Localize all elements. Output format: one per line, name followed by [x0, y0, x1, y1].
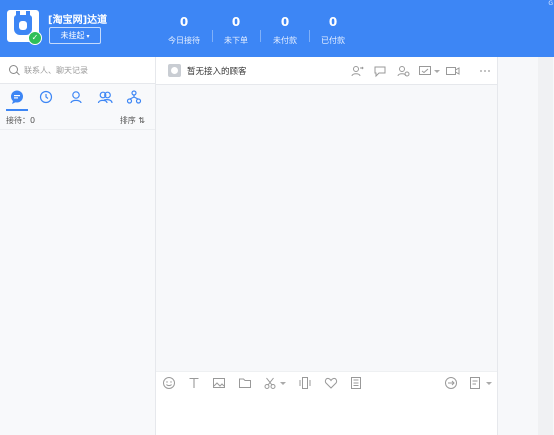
sort-button[interactable]: 排序 ⇅	[120, 115, 145, 126]
shake-icon[interactable]	[298, 376, 312, 390]
group-icon	[97, 91, 113, 104]
sidebar-tabs	[0, 84, 155, 111]
shop-avatar[interactable]: ✓	[7, 10, 42, 45]
stat-not-ordered[interactable]: 0 未下单	[212, 14, 260, 46]
video-icon[interactable]	[445, 64, 460, 78]
scrollbar[interactable]	[538, 57, 553, 435]
contact-sidebar: 接待：0 排序 ⇅	[0, 57, 156, 435]
chevron-down-icon: ▾	[86, 33, 90, 40]
doc-icon[interactable]	[468, 376, 482, 390]
stat-value: 0	[328, 15, 338, 29]
screen-icon[interactable]	[418, 64, 432, 78]
tab-contacts[interactable]	[68, 89, 84, 105]
shop-name: [淘宝网]达道	[48, 15, 108, 26]
settings-person-icon[interactable]	[396, 64, 410, 78]
customer-avatar-icon	[168, 64, 181, 77]
tab-organization[interactable]	[126, 89, 142, 105]
stat-label: 未付款	[273, 36, 297, 45]
organization-icon	[126, 90, 142, 104]
status-label: 未挂起	[60, 31, 85, 40]
stat-label: 今日接待	[168, 36, 200, 45]
tab-recent-chats[interactable]	[6, 89, 28, 111]
tab-groups[interactable]	[97, 89, 113, 105]
stat-paid[interactable]: 0 已付款	[309, 14, 357, 46]
heart-icon[interactable]	[324, 376, 338, 390]
stat-value: 0	[231, 15, 241, 29]
chevron-down-icon[interactable]	[279, 376, 287, 390]
tab-history[interactable]	[38, 89, 54, 105]
corner-tag: G	[548, 0, 553, 7]
calculator-icon[interactable]	[349, 376, 363, 390]
message-input[interactable]	[156, 394, 497, 435]
top-header: ✓ [淘宝网]达道 未挂起 ▾ 0 今日接待 0 未下单 0 未付款 0 已付款 …	[0, 0, 554, 57]
chat-header: 暂无接入的顾客	[156, 57, 497, 85]
quick-reply-icon[interactable]	[373, 64, 387, 78]
stat-value: 0	[280, 15, 290, 29]
chevron-down-icon[interactable]	[485, 376, 493, 390]
reception-header: 接待：0 排序 ⇅	[0, 115, 155, 130]
more-icon[interactable]	[478, 64, 492, 78]
search-bar	[0, 57, 155, 84]
customer-label: 暂无接入的顾客	[187, 67, 247, 77]
input-toolbar	[156, 371, 497, 394]
stat-label: 未下单	[224, 36, 248, 45]
chevron-down-icon[interactable]	[433, 64, 441, 78]
scissors-icon[interactable]	[263, 376, 277, 390]
search-icon	[9, 65, 18, 74]
clock-icon	[39, 90, 53, 104]
chat-panel: 暂无接入的顾客	[156, 57, 497, 435]
history-icon[interactable]	[444, 376, 458, 390]
emoji-icon[interactable]	[162, 376, 176, 390]
person-icon	[70, 91, 82, 104]
search-input[interactable]	[24, 63, 144, 77]
stat-label: 已付款	[321, 36, 345, 45]
folder-icon[interactable]	[238, 376, 252, 390]
transfer-icon[interactable]	[350, 64, 364, 78]
stat-today-received[interactable]: 0 今日接待	[160, 14, 208, 46]
reception-count: 接待：0	[6, 116, 36, 125]
chat-bubble-icon	[11, 90, 23, 104]
font-icon[interactable]	[187, 376, 201, 390]
stat-unpaid[interactable]: 0 未付款	[261, 14, 309, 46]
image-icon[interactable]	[212, 376, 226, 390]
online-check-icon: ✓	[28, 31, 42, 45]
status-dropdown[interactable]: 未挂起 ▾	[49, 27, 101, 44]
stat-value: 0	[179, 15, 189, 29]
